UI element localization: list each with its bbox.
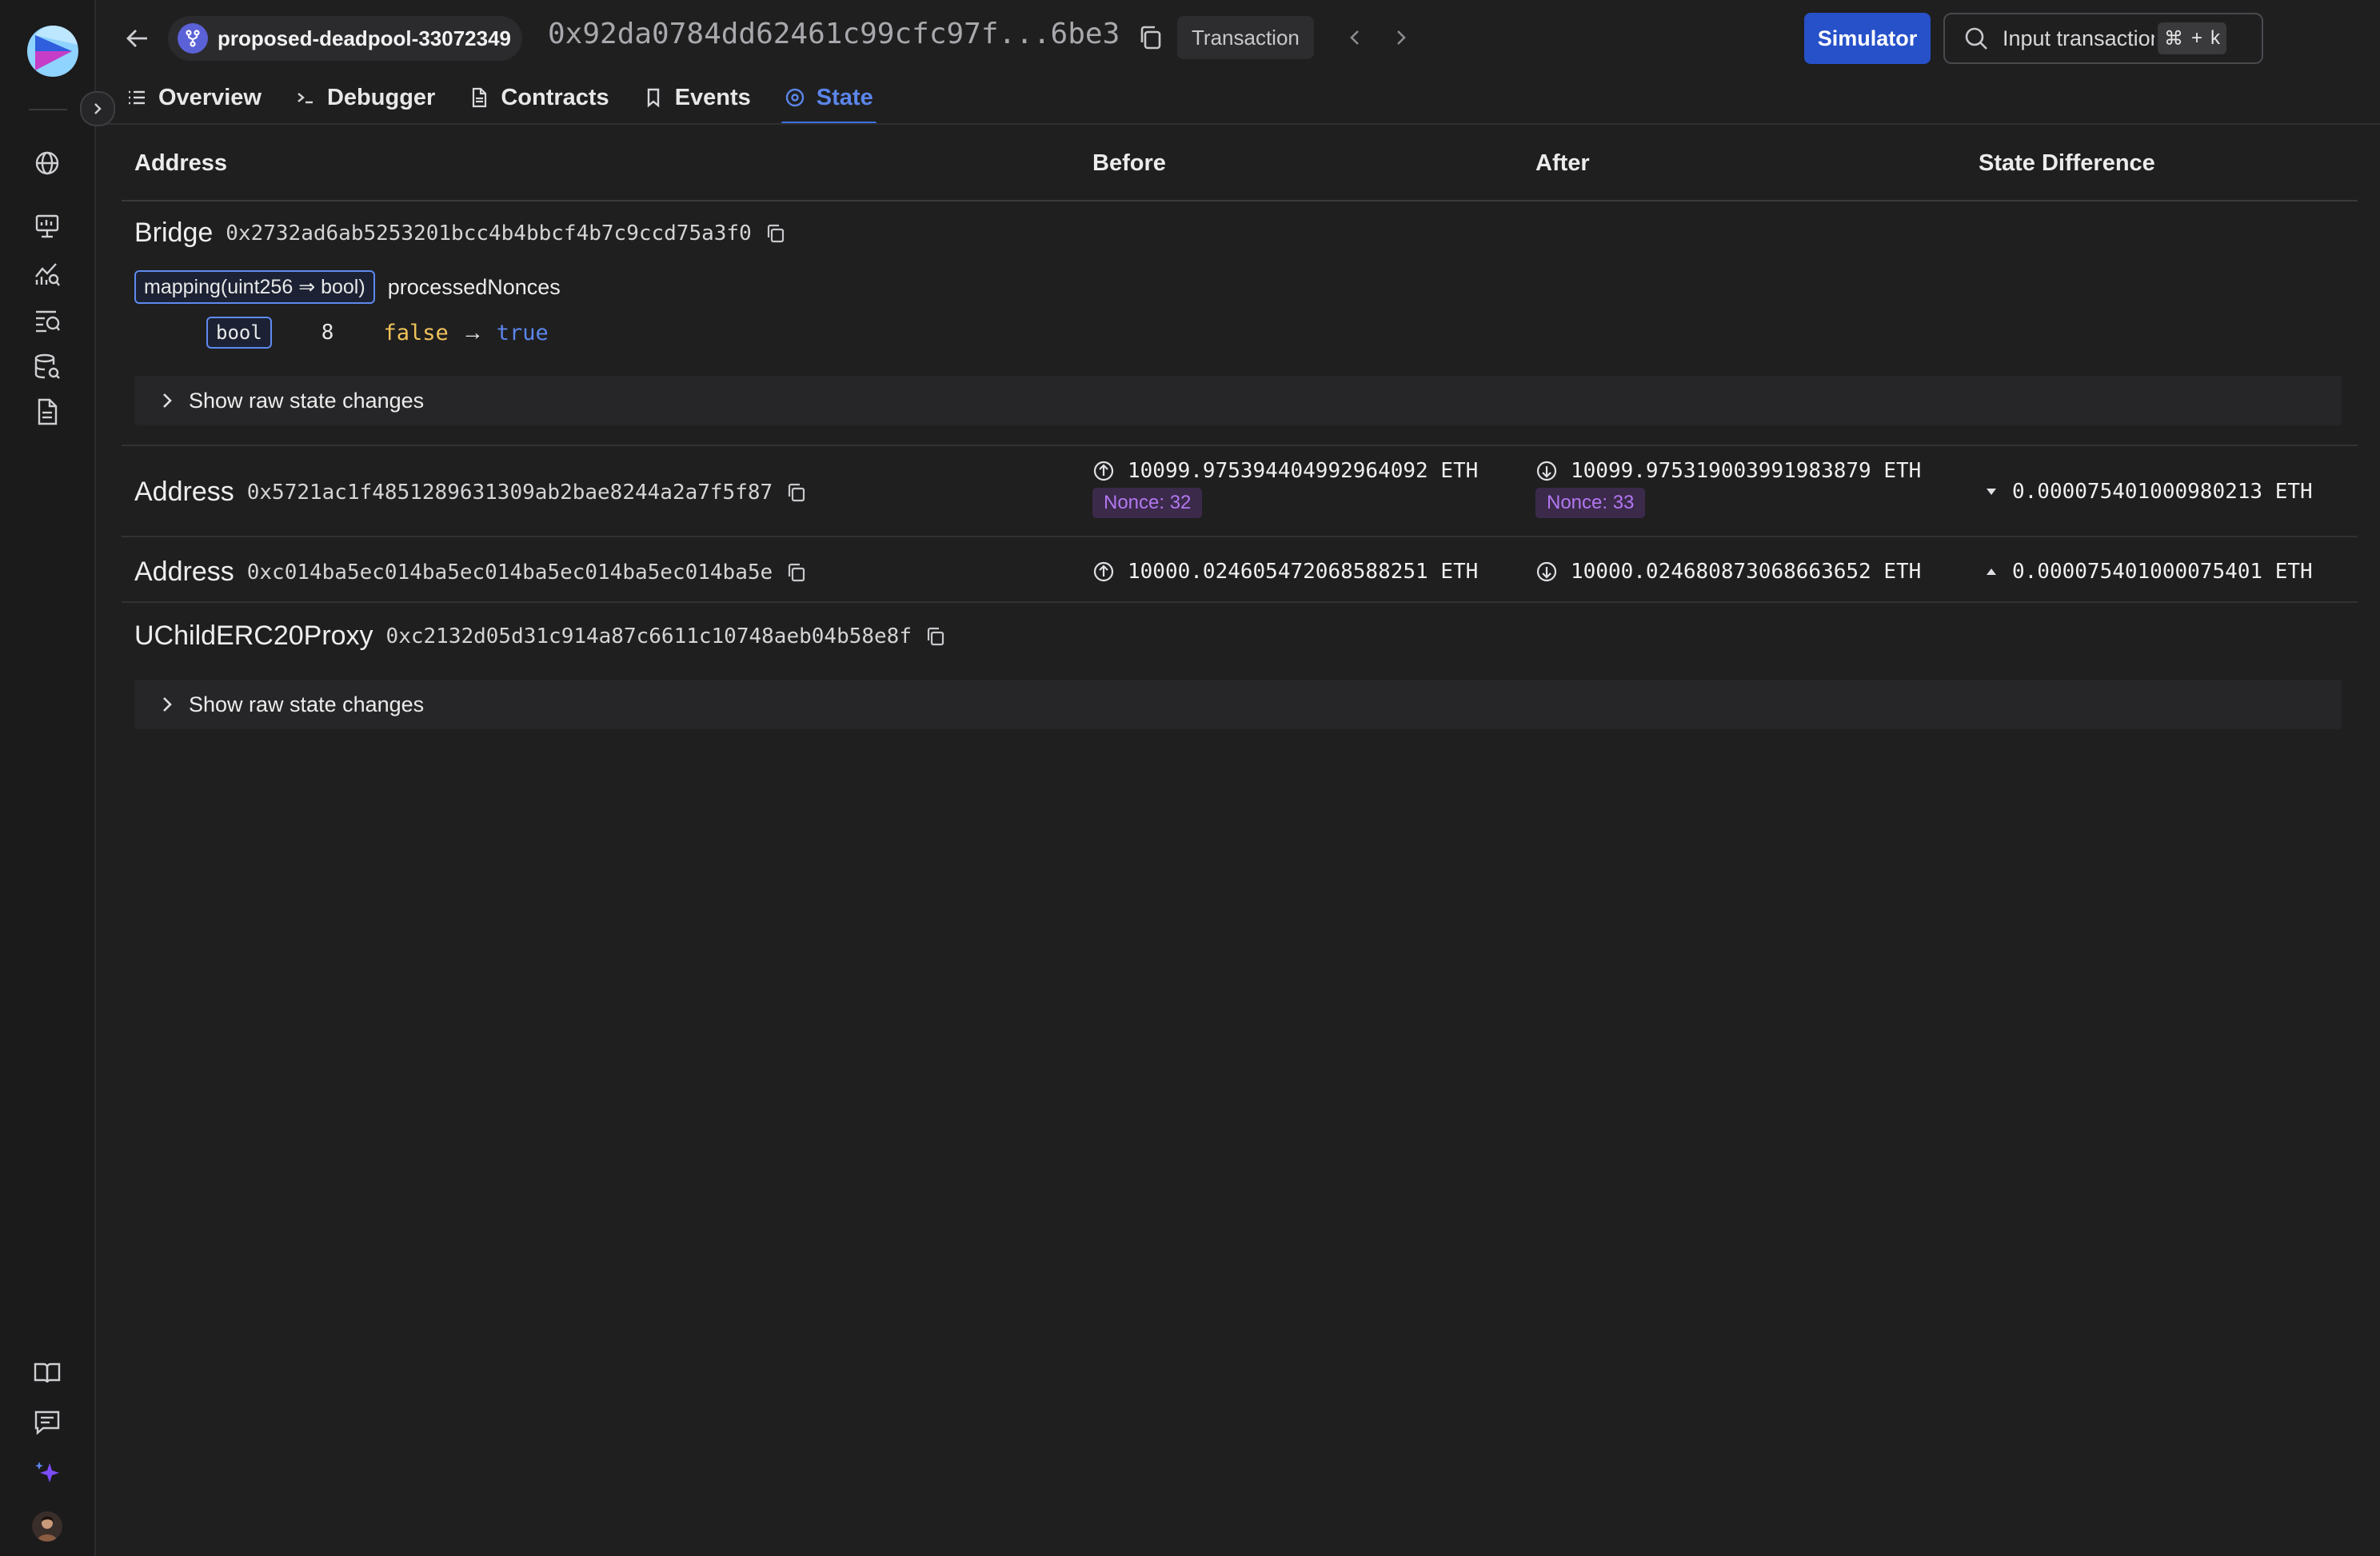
tab-contracts[interactable]: Contracts xyxy=(469,72,609,123)
nonce-before-badge: Nonce: 32 xyxy=(1092,488,1203,518)
column-header-address: Address xyxy=(134,150,228,176)
plus-sign: + xyxy=(2191,27,2203,49)
table-row: Address 0x5721ac1f4851289631309ab2bae824… xyxy=(122,448,2358,539)
state-table: Address Before After State Difference Br… xyxy=(122,125,2358,748)
nonce-after-badge: Nonce: 33 xyxy=(1535,488,1646,518)
tab-debugger[interactable]: Debugger xyxy=(295,72,435,123)
keyboard-shortcut-hint: ⌘ + k xyxy=(2158,22,2227,54)
book-icon[interactable] xyxy=(32,1358,62,1388)
balance-after: 10099.975319003991983879 ETH xyxy=(1571,459,1922,483)
tab-events[interactable]: Events xyxy=(643,72,751,123)
column-header-state-difference: State Difference xyxy=(1979,150,2155,176)
column-header-before: Before xyxy=(1092,150,1166,176)
search-box[interactable]: ⌘ + k xyxy=(1943,13,2263,64)
next-chevron-icon[interactable] xyxy=(1387,24,1414,51)
row-address[interactable]: 0xc014ba5ec014ba5ec014ba5ec014ba5ec014ba… xyxy=(247,561,773,584)
show-raw-state-changes-toggle[interactable]: Show raw state changes xyxy=(134,680,2342,729)
show-raw-state-changes-toggle[interactable]: Show raw state changes xyxy=(134,376,2342,425)
column-header-after: After xyxy=(1535,150,1590,176)
previous-chevron-icon[interactable] xyxy=(1342,24,1369,51)
row-divider xyxy=(122,536,2358,537)
raw-state-label: Show raw state changes xyxy=(189,692,425,716)
search-icon xyxy=(1965,27,1987,50)
copy-icon[interactable] xyxy=(785,561,808,584)
mapping-type-badge: mapping(uint256 ⇒ bool) xyxy=(134,270,375,304)
row-label: Address xyxy=(134,557,234,587)
sparkles-icon[interactable] xyxy=(32,1458,62,1489)
transaction-hash: 0x92da0784dd62461c99cfc97f...6be3 xyxy=(548,18,1120,50)
contract-address[interactable]: 0xc2132d05d31c914a87c6611c10748aeb04b58e… xyxy=(386,624,912,648)
tab-overview[interactable]: Overview xyxy=(126,72,262,123)
terminal-icon xyxy=(298,93,313,104)
variable-name: processedNonces xyxy=(387,274,561,299)
tab-label: Events xyxy=(674,84,751,110)
balance-before: 10099.975394404992964092 ETH xyxy=(1128,459,1479,483)
raw-state-label: Show raw state changes xyxy=(189,388,425,413)
tab-bar: Overview Debugger Contracts Events State xyxy=(126,72,907,125)
row-divider xyxy=(122,601,2358,603)
left-sidebar xyxy=(0,0,96,1556)
copy-icon[interactable] xyxy=(1136,22,1166,53)
sidebar-divider xyxy=(29,109,67,110)
balance-before: 10000.024605472068588251 ETH xyxy=(1128,560,1479,584)
table-row: Address 0xc014ba5ec014ba5ec014ba5ec014ba… xyxy=(122,539,2358,604)
tab-label: Debugger xyxy=(326,84,436,110)
globe-icon[interactable] xyxy=(32,148,62,178)
transaction-type-badge: Transaction xyxy=(1177,16,1314,59)
tab-label: State xyxy=(816,84,873,110)
copy-icon[interactable] xyxy=(765,222,787,245)
chevron-right-icon xyxy=(163,393,172,408)
row-divider xyxy=(122,445,2358,446)
tab-label: Contracts xyxy=(501,84,609,110)
tab-label: Overview xyxy=(158,84,262,110)
value-after: true xyxy=(496,320,549,345)
k-key: k xyxy=(2210,27,2221,49)
mapping-key: 8 xyxy=(321,321,334,345)
tenderly-logo[interactable] xyxy=(24,22,82,80)
database-search-icon[interactable] xyxy=(32,352,62,382)
user-avatar[interactable] xyxy=(32,1511,62,1542)
bridge-contract-section: Bridge 0x2732ad6ab5253201bcc4b4bbcf4b7c9… xyxy=(122,201,2358,448)
balance-after: 10000.024680873068663652 ETH xyxy=(1571,560,1922,584)
bookmark-icon xyxy=(647,88,659,108)
project-name: proposed-deadpool-33072349 xyxy=(218,26,511,50)
contract-name: UChildERC20Proxy xyxy=(134,620,373,651)
row-label: Address xyxy=(134,477,234,507)
triangle-up-icon xyxy=(1987,569,1996,575)
contract-name: Bridge xyxy=(134,217,214,248)
fork-icon xyxy=(178,23,208,54)
triangle-down-icon xyxy=(1987,489,1996,495)
arrow-up-circle-icon xyxy=(1093,461,1114,481)
tab-state[interactable]: State xyxy=(781,72,877,125)
simulator-button[interactable]: Simulator xyxy=(1804,13,1931,64)
chat-icon[interactable] xyxy=(32,1407,62,1438)
copy-icon[interactable] xyxy=(785,481,808,504)
proxy-contract-section: UChildERC20Proxy 0xc2132d05d31c914a87c66… xyxy=(122,604,2358,748)
chevron-right-icon xyxy=(163,697,172,712)
table-header: Address Before After State Difference xyxy=(122,125,2358,201)
target-icon xyxy=(785,88,804,107)
presentation-icon[interactable] xyxy=(32,211,62,241)
value-type-badge: bool xyxy=(206,317,272,349)
row-address[interactable]: 0x5721ac1f4851289631309ab2bae8244a2a7f5f… xyxy=(247,481,773,505)
arrow-up-circle-icon xyxy=(1093,561,1114,582)
arrow-down-circle-icon xyxy=(1536,461,1557,481)
contract-address[interactable]: 0x2732ad6ab5253201bcc4b4bbcf4b7c9ccd75a3… xyxy=(226,221,751,245)
state-difference: 0.000075401000980213 ETH xyxy=(2012,480,2313,504)
change-arrow: → xyxy=(461,320,484,345)
file-icon xyxy=(473,87,487,108)
back-arrow-icon[interactable] xyxy=(120,21,155,56)
list-icon xyxy=(129,90,145,105)
transactions-search-icon[interactable] xyxy=(32,305,62,336)
document-icon[interactable] xyxy=(32,397,62,427)
value-before: false xyxy=(383,320,449,345)
project-selector[interactable]: proposed-deadpool-33072349 xyxy=(168,16,522,61)
state-difference: 0.000075401000075401 ETH xyxy=(2012,560,2313,584)
analytics-icon[interactable] xyxy=(32,259,62,289)
search-input[interactable] xyxy=(2003,26,2154,51)
command-key: ⌘ xyxy=(2164,27,2183,50)
sidebar-expand-button[interactable] xyxy=(80,91,115,126)
copy-icon[interactable] xyxy=(924,625,947,648)
arrow-down-circle-icon xyxy=(1536,561,1557,582)
